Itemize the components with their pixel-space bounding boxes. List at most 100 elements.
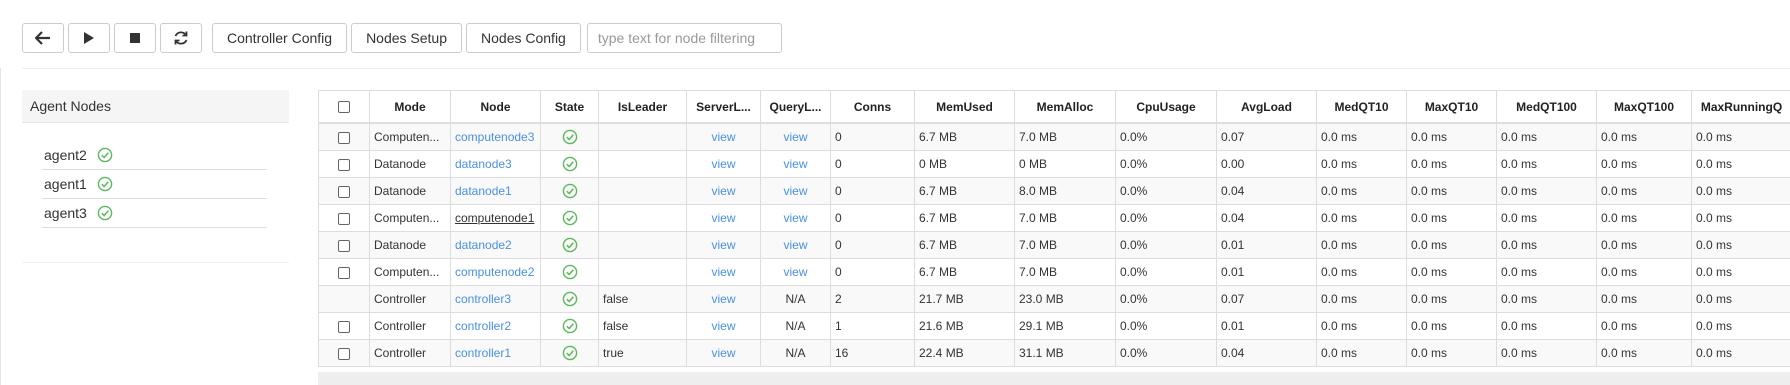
column-header[interactable]: MemAlloc [1014,90,1116,124]
column-header[interactable]: MedQT100 [1496,90,1597,124]
table-cell: 0.0 ms [1691,204,1790,232]
node-cell: controller2 [450,312,541,340]
row-checkbox[interactable] [338,212,350,225]
node-link[interactable]: computenode1 [455,211,534,225]
column-header[interactable]: Mode [369,90,451,124]
row-select-cell [318,150,370,178]
column-header[interactable]: MedQT10 [1316,90,1407,124]
column-header[interactable]: IsLeader [598,90,687,124]
node-link[interactable]: controller2 [455,319,511,333]
query-log-cell: view [760,204,831,232]
server-log-view-link[interactable]: view [711,157,735,171]
column-header[interactable]: Conns [830,90,915,124]
agent-nodes-title: Agent Nodes [22,90,289,123]
table-row[interactable]: Controller controller2 false view N/A 1 21.6 M… [318,312,1790,340]
row-checkbox[interactable] [338,158,350,171]
query-log-cell: view [760,150,831,178]
table-cell: 0.0 ms [1596,312,1692,340]
node-link[interactable]: datanode3 [455,157,512,171]
row-checkbox[interactable] [338,266,350,279]
table-row[interactable]: Computen... computenode1 view view 0 6.7 MB 7.… [318,204,1790,232]
column-header[interactable]: MaxRunningQ [1691,90,1790,124]
server-log-view-link[interactable]: view [711,184,735,198]
node-link[interactable]: controller1 [455,346,511,360]
agent-item[interactable]: agent3 [42,199,267,228]
query-log-view-link[interactable]: view [783,157,807,171]
column-header[interactable]: QueryL... [760,90,831,124]
query-log-view-link[interactable]: view [783,211,807,225]
table-cell: 0.07 [1216,285,1317,313]
table-cell: 7.0 MB [1014,258,1116,286]
query-log-view-link[interactable]: view [783,265,807,279]
row-select-cell [318,339,370,367]
node-cell: controller3 [450,285,541,313]
server-log-view-link[interactable]: view [711,238,735,252]
controller-config-button[interactable]: Controller Config [212,23,348,53]
node-link[interactable]: datanode2 [455,238,512,252]
table-cell: 0.0 ms [1496,177,1597,205]
select-all-checkbox[interactable] [338,101,350,114]
row-select-cell [318,231,370,259]
column-header[interactable]: CpuUsage [1115,90,1217,124]
server-log-view-link[interactable]: view [711,292,735,306]
refresh-button[interactable] [160,23,202,53]
table-cell: 0.0 ms [1496,285,1597,313]
column-header[interactable]: MaxQT100 [1596,90,1692,124]
server-log-view-link[interactable]: view [711,319,735,333]
play-button[interactable] [68,23,110,53]
agent-item[interactable]: agent2 [42,141,267,170]
agent-nodes-panel: Agent Nodes agent2 agent1 agent3 [22,90,289,263]
check-circle-icon [97,205,113,221]
row-checkbox[interactable] [338,185,350,198]
row-checkbox[interactable] [338,320,350,333]
table-row[interactable]: Datanode datanode2 view view 0 6.7 MB 7.0 MB 0.… [318,231,1790,259]
query-log-view-link[interactable]: view [783,130,807,144]
node-link[interactable]: datanode1 [455,184,512,198]
agent-item[interactable]: agent1 [42,170,267,199]
table-row[interactable]: Controller controller1 true view N/A 16 22.4 M… [318,339,1790,367]
column-header[interactable]: Node [450,90,541,124]
table-cell: 29.1 MB [1014,312,1116,340]
node-link[interactable]: computenode2 [455,265,534,279]
node-filter-input[interactable]: type text for node filtering [586,23,782,53]
horizontal-scrollbar[interactable] [318,372,1790,385]
node-link[interactable]: computenode3 [455,130,534,144]
table-cell [598,204,687,232]
query-log-view-link[interactable]: view [783,238,807,252]
row-checkbox[interactable] [338,239,350,252]
table-cell: 0.0% [1115,204,1217,232]
column-header[interactable]: MemUsed [914,90,1015,124]
nodes-setup-button[interactable]: Nodes Setup [351,23,463,53]
table-row[interactable]: Computen... computenode2 view view 0 6.7 MB 7.… [318,258,1790,286]
server-log-view-link[interactable]: view [711,211,735,225]
table-cell: 23.0 MB [1014,285,1116,313]
server-log-cell: view [686,122,761,151]
table-row[interactable]: Datanode datanode1 view view 0 6.7 MB 8.0 MB 0.… [318,177,1790,205]
column-header[interactable]: MaxQT10 [1406,90,1497,124]
nodes-config-button[interactable]: Nodes Config [466,23,581,53]
check-circle-icon [97,147,113,163]
table-cell: 0.0 ms [1316,231,1407,259]
column-header[interactable]: State [540,90,599,124]
column-header[interactable]: ServerL... [686,90,761,124]
server-log-view-link[interactable]: view [711,130,735,144]
node-link[interactable]: controller3 [455,292,511,306]
table-cell: Datanode [369,177,451,205]
table-row[interactable]: Datanode datanode3 view view 0 0 MB 0 MB 0.0% 0.… [318,150,1790,178]
stop-button[interactable] [114,23,156,53]
table-row[interactable]: Computen... computenode3 view view 0 6.7 MB 7.… [318,122,1790,151]
back-button[interactable] [22,23,64,53]
table-cell: 0.0 ms [1691,312,1790,340]
server-log-view-link[interactable]: view [711,265,735,279]
table-cell: 0.0 ms [1496,122,1597,151]
query-log-view-link[interactable]: view [783,184,807,198]
row-checkbox[interactable] [338,347,350,360]
table-cell: 0.0 ms [1316,204,1407,232]
table-cell [598,150,687,178]
table-cell [598,122,687,151]
table-cell: 0.0 ms [1316,339,1407,367]
server-log-view-link[interactable]: view [711,346,735,360]
row-checkbox[interactable] [338,131,350,144]
column-header[interactable]: AvgLoad [1216,90,1317,124]
table-row[interactable]: Controller controller3 false view N/A 2 21.7 M… [318,285,1790,313]
